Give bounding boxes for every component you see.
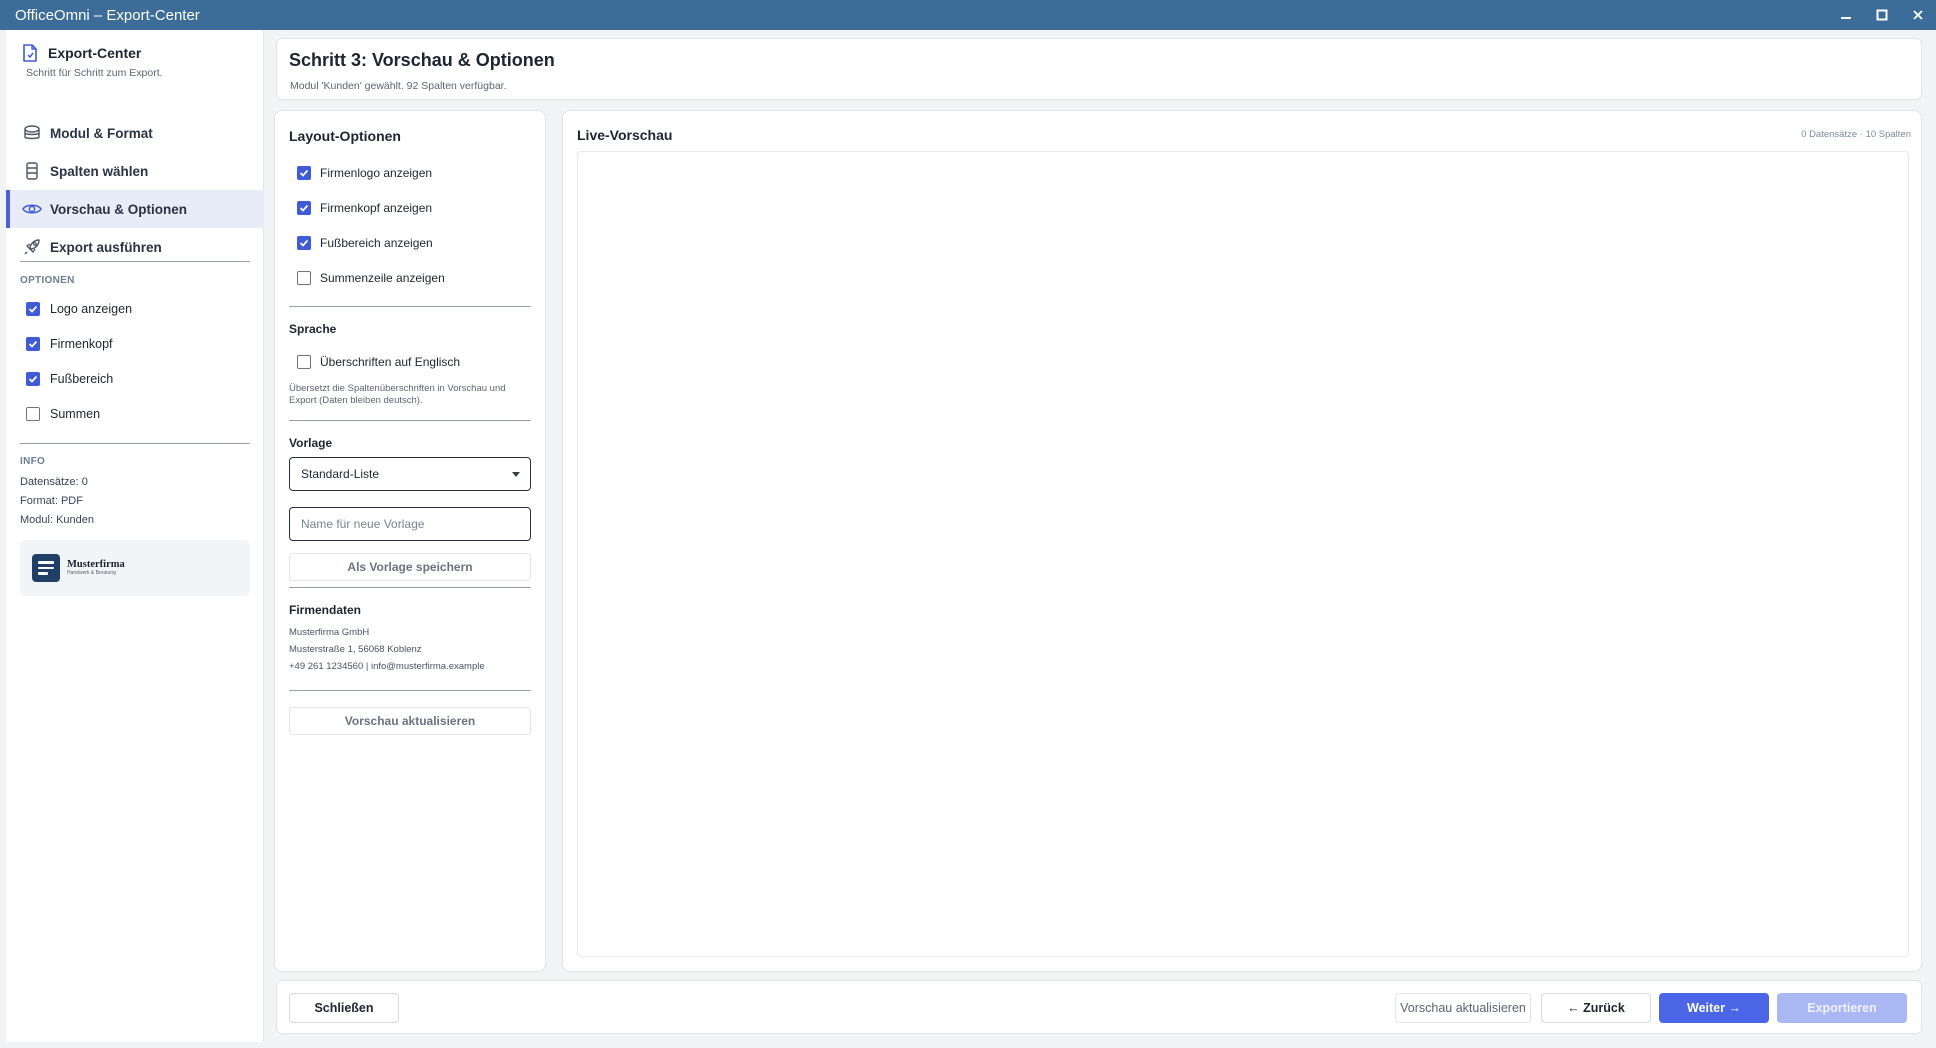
maximize-button[interactable] [1864, 0, 1900, 30]
sidebar-brand: Export-Center Schritt für Schritt zum Ex… [22, 44, 163, 79]
step-header: Schritt 3: Vorschau & Optionen Modul 'Ku… [276, 38, 1922, 100]
company-logo-icon [32, 554, 60, 582]
nav-label: Spalten wählen [50, 163, 149, 179]
template-selected-value: Standard-Liste [301, 467, 380, 481]
page-title: Schritt 3: Vorschau & Optionen [289, 50, 555, 70]
checkbox-unchecked-icon[interactable] [297, 355, 311, 369]
sidebar: Export-Center Schritt für Schritt zum Ex… [6, 30, 264, 1042]
checkbox-unchecked-icon[interactable] [297, 271, 311, 285]
template-name-input[interactable] [289, 507, 531, 541]
chevron-down-icon [512, 472, 520, 477]
template-select[interactable]: Standard-Liste [289, 457, 531, 491]
rocket-icon [22, 237, 42, 257]
checkbox-checked-icon[interactable] [297, 201, 311, 215]
footer-bar: Schließen Vorschau aktualisieren ← Zurüc… [276, 980, 1922, 1034]
info-format: Format: PDF [20, 495, 83, 507]
checkbox-checked-icon[interactable] [26, 337, 40, 351]
option-label: Firmenlogo anzeigen [320, 166, 433, 180]
option-label: Summen [50, 407, 101, 421]
page-subtitle: Modul 'Kunden' gewählt. 92 Spalten verfü… [290, 80, 507, 92]
option-logo[interactable]: Logo anzeigen [26, 302, 132, 316]
checkbox-checked-icon[interactable] [297, 236, 311, 250]
nav-label: Export ausführen [50, 239, 162, 255]
layout-options-panel: Layout-Optionen Firmenlogo anzeigen Firm… [274, 110, 546, 972]
option-firmenkopf[interactable]: Firmenkopf [26, 337, 113, 351]
company-heading: Firmendaten [289, 603, 362, 617]
info-section-label: INFO [20, 456, 46, 467]
eye-icon [22, 199, 42, 219]
language-hint: Übersetzt die Spaltenüberschriften in Vo… [289, 383, 506, 406]
window-titlebar: OfficeOmni – Export-Center [0, 0, 1936, 30]
step-navigation: Modul & Format Spalten wählen Vorschau &… [6, 114, 264, 266]
company-address: Musterstraße 1, 56068 Koblenz [289, 644, 422, 655]
company-contact: +49 261 1234560 | info@musterfirma.examp… [289, 661, 485, 672]
layout-options-title: Layout-Optionen [289, 128, 401, 144]
nav-item-vorschau-optionen[interactable]: Vorschau & Optionen [6, 190, 264, 228]
next-button[interactable]: Weiter → [1659, 993, 1769, 1023]
close-icon [1913, 10, 1923, 20]
panel-divider [289, 587, 531, 588]
option-summen[interactable]: Summen [26, 407, 100, 421]
nav-label: Vorschau & Optionen [50, 201, 188, 217]
preview-title: Live-Vorschau [577, 127, 673, 143]
database-icon [22, 123, 42, 143]
columns-icon [22, 161, 42, 181]
checkbox-checked-icon[interactable] [26, 372, 40, 386]
refresh-preview-button[interactable]: Vorschau aktualisieren [289, 707, 531, 735]
preview-area[interactable] [577, 151, 1909, 957]
option-summenzeile[interactable]: Summenzeile anzeigen [297, 271, 445, 285]
minimize-icon [1841, 17, 1851, 19]
brand-subtitle: Schritt für Schritt zum Export. [26, 67, 163, 79]
brand-title: Export-Center [48, 45, 142, 61]
export-button[interactable]: Exportieren [1777, 993, 1907, 1023]
nav-item-spalten-waehlen[interactable]: Spalten wählen [6, 152, 264, 190]
live-preview-panel: Live-Vorschau 0 Datensätze · 10 Spalten [562, 110, 1922, 972]
preview-meta: 0 Datensätze · 10 Spalten [1801, 129, 1911, 140]
option-label: Logo anzeigen [50, 302, 133, 316]
maximize-icon [1876, 9, 1888, 21]
panel-divider [289, 420, 531, 421]
sidebar-divider [20, 443, 250, 444]
info-module: Modul: Kunden [20, 514, 94, 526]
option-english-headers[interactable]: Überschriften auf Englisch [297, 355, 460, 369]
option-label: Fußbereich [50, 372, 114, 386]
nav-item-modul-format[interactable]: Modul & Format [6, 114, 264, 152]
option-label: Überschriften auf Englisch [320, 355, 461, 369]
checkbox-unchecked-icon[interactable] [26, 407, 40, 421]
window-title: OfficeOmni – Export-Center [15, 6, 200, 24]
company-name: Musterfirma GmbH [289, 627, 370, 638]
minimize-button[interactable] [1828, 0, 1864, 30]
option-fussbereich[interactable]: Fußbereich [26, 372, 113, 386]
info-records: Datensätze: 0 [20, 476, 88, 488]
export-document-icon [23, 44, 37, 62]
footer-refresh-button[interactable]: Vorschau aktualisieren [1395, 993, 1531, 1023]
checkbox-checked-icon[interactable] [297, 166, 311, 180]
option-label: Firmenkopf [50, 337, 113, 351]
back-button[interactable]: ← Zurück [1541, 993, 1651, 1023]
close-window-button[interactable] [1900, 0, 1936, 30]
sidebar-divider [20, 261, 250, 262]
option-label: Summenzeile anzeigen [320, 271, 445, 285]
company-logo-card: Musterfirma Handwerk & Beratung [20, 540, 250, 596]
save-template-button[interactable]: Als Vorlage speichern [289, 553, 531, 581]
template-heading: Vorlage [289, 436, 333, 450]
nav-label: Modul & Format [50, 125, 153, 141]
panel-divider [289, 306, 531, 307]
close-button[interactable]: Schließen [289, 993, 399, 1023]
option-fussbereich-anzeigen[interactable]: Fußbereich anzeigen [297, 236, 433, 250]
option-firmenlogo[interactable]: Firmenlogo anzeigen [297, 166, 432, 180]
panel-divider [289, 690, 531, 691]
options-section-label: OPTIONEN [20, 275, 75, 286]
option-label: Firmenkopf anzeigen [320, 201, 433, 215]
logo-tagline: Handwerk & Beratung [67, 569, 116, 576]
option-firmenkopf-anzeigen[interactable]: Firmenkopf anzeigen [297, 201, 432, 215]
checkbox-checked-icon[interactable] [26, 302, 40, 316]
option-label: Fußbereich anzeigen [320, 236, 433, 250]
language-heading: Sprache [289, 322, 337, 336]
company-logo: Musterfirma Handwerk & Beratung [67, 560, 125, 576]
